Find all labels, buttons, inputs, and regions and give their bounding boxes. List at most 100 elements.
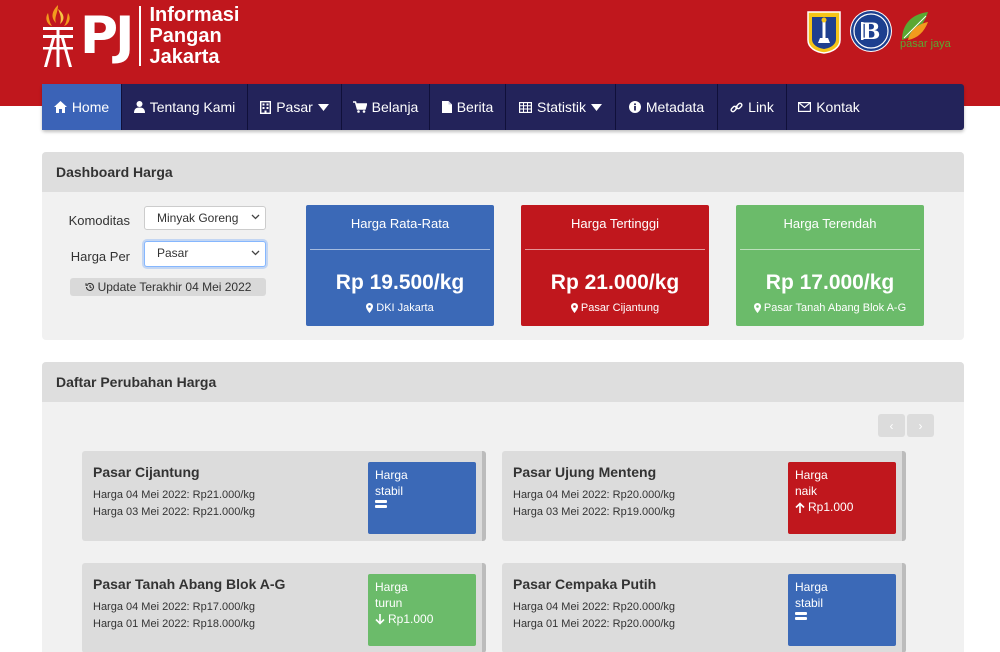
- status-badge: Harga naik Rp1.000: [788, 462, 896, 534]
- status-amount: Rp1.000: [808, 500, 854, 514]
- nav-label: Tentang Kami: [149, 99, 236, 115]
- price-changes-panel: Daftar Perubahan Harga ‹ › Pasar Cijantu…: [42, 362, 964, 652]
- status-label: Harga: [375, 580, 408, 594]
- history-icon: [85, 282, 94, 291]
- market-name: Pasar Ujung Menteng: [513, 464, 657, 480]
- carousel-prev-button[interactable]: ‹: [878, 414, 905, 437]
- equals-icon: [795, 612, 807, 620]
- nav-pasar[interactable]: Pasar: [248, 84, 342, 130]
- arrow-up-icon: [795, 501, 805, 513]
- dashboard-title: Dashboard Harga: [42, 152, 964, 192]
- status-badge: Harga stabil: [788, 574, 896, 646]
- nav-berita[interactable]: Berita: [430, 84, 506, 130]
- price-line-previous: Harga 03 Mei 2022: Rp19.000/kg: [513, 506, 676, 518]
- status-value: Rp1.000: [795, 499, 896, 515]
- caret-down-icon: [317, 103, 329, 111]
- logo-divider: [139, 6, 142, 66]
- status-badge: Harga stabil: [368, 462, 476, 534]
- update-badge: Update Terakhir 04 Mei 2022: [70, 278, 266, 296]
- link-icon: [730, 102, 743, 112]
- price-change-card[interactable]: Pasar Cempaka Putih Harga 04 Mei 2022: R…: [502, 563, 906, 652]
- stat-location: DKI Jakarta: [306, 302, 494, 314]
- price-change-card[interactable]: Pasar Tanah Abang Blok A-G Harga 04 Mei …: [82, 563, 486, 652]
- nav-statistik[interactable]: Statistik: [506, 84, 616, 130]
- status-label: Harga: [795, 468, 828, 482]
- status-label: Harga: [375, 468, 408, 482]
- price-line-current: Harga 04 Mei 2022: Rp21.000/kg: [93, 489, 256, 501]
- status-value: [375, 499, 476, 509]
- logo-line-3: Jakarta: [149, 45, 220, 68]
- status-word: naik: [795, 484, 818, 498]
- stat-divider: [525, 249, 705, 250]
- stat-location: Pasar Tanah Abang Blok A-G: [736, 302, 924, 314]
- status-value: Rp1.000: [375, 611, 476, 627]
- nav-label: Berita: [456, 99, 494, 115]
- nav-kontak[interactable]: Kontak: [787, 84, 871, 130]
- chevron-down-icon: [251, 250, 260, 256]
- logo-line-1: Informasi: [149, 3, 240, 26]
- status-badge: Harga turun Rp1.000: [368, 574, 476, 646]
- table-icon: [518, 101, 532, 113]
- stat-title: Harga Terendah: [783, 216, 877, 231]
- harga-per-selected: Pasar: [157, 246, 189, 260]
- main-navbar: Home Tentang Kami Pasar Belanja Berita S…: [42, 84, 964, 130]
- price-line-previous: Harga 01 Mei 2022: Rp18.000/kg: [93, 618, 256, 630]
- price-line-previous: Harga 03 Mei 2022: Rp21.000/kg: [93, 506, 256, 518]
- logo-initials: PJ: [80, 6, 134, 66]
- update-text: Update Terakhir 04 Mei 2022: [97, 280, 252, 294]
- status-label: Harga: [795, 580, 828, 594]
- nav-tentang-kami[interactable]: Tentang Kami: [122, 84, 248, 130]
- nav-label: Home: [71, 99, 110, 115]
- cart-icon: [352, 101, 367, 113]
- stat-card-lowest: Harga Terendah Rp 17.000/kg Pasar Tanah …: [736, 205, 924, 326]
- stat-title: Harga Tertinggi: [571, 216, 659, 231]
- nav-belanja[interactable]: Belanja: [342, 84, 430, 130]
- equals-icon: [375, 500, 387, 508]
- home-icon: [53, 101, 67, 113]
- flame-logo-icon: [43, 5, 73, 67]
- status-word: turun: [375, 596, 403, 610]
- dashboard-panel: Dashboard Harga Komoditas Minyak Goreng …: [42, 152, 964, 340]
- map-marker-icon: [570, 303, 578, 313]
- status-word: stabil: [795, 596, 824, 610]
- status-amount: Rp1.000: [388, 612, 434, 626]
- price-changes-title: Daftar Perubahan Harga: [42, 362, 964, 402]
- stat-location: Pasar Cijantung: [521, 302, 709, 314]
- logo-line-2: Pangan: [149, 24, 222, 47]
- komoditas-label: Komoditas: [68, 213, 130, 228]
- info-icon: [628, 101, 641, 113]
- price-change-card[interactable]: Pasar Ujung Menteng Harga 04 Mei 2022: R…: [502, 451, 906, 541]
- nav-link[interactable]: Link: [718, 84, 787, 130]
- price-line-current: Harga 04 Mei 2022: Rp20.000/kg: [513, 489, 676, 501]
- komoditas-select[interactable]: Minyak Goreng: [144, 206, 266, 230]
- nav-label: Metadata: [645, 99, 705, 115]
- user-icon: [133, 101, 145, 113]
- nav-metadata[interactable]: Metadata: [616, 84, 718, 130]
- market-name: Pasar Tanah Abang Blok A-G: [93, 576, 286, 592]
- envelope-icon: [798, 102, 812, 112]
- price-change-card[interactable]: Pasar Cijantung Harga 04 Mei 2022: Rp21.…: [82, 451, 486, 541]
- pasar-jaya-logo[interactable]: pasar jaya: [898, 10, 964, 54]
- nav-label: Pasar: [276, 99, 313, 115]
- harga-per-select[interactable]: Pasar: [144, 241, 266, 267]
- komoditas-selected: Minyak Goreng: [157, 211, 239, 225]
- price-line-current: Harga 04 Mei 2022: Rp20.000/kg: [513, 601, 676, 613]
- status-word: stabil: [375, 484, 404, 498]
- bank-indonesia-logo-icon[interactable]: B: [850, 10, 892, 52]
- nav-label: Statistik: [536, 99, 586, 115]
- map-marker-icon: [366, 303, 374, 313]
- price-line-current: Harga 04 Mei 2022: Rp17.000/kg: [93, 601, 256, 613]
- pasar-jaya-text: pasar jaya: [900, 38, 951, 50]
- stat-value: Rp 19.500/kg: [335, 271, 465, 294]
- jakarta-emblem-icon[interactable]: [806, 10, 842, 54]
- status-value: [795, 611, 896, 621]
- svg-text:B: B: [862, 19, 881, 45]
- nav-label: Kontak: [816, 99, 860, 115]
- file-icon: [441, 101, 452, 113]
- stat-divider: [310, 249, 490, 250]
- nav-home[interactable]: Home: [42, 84, 122, 130]
- carousel-next-button[interactable]: ›: [907, 414, 934, 437]
- stat-value: Rp 21.000/kg: [550, 271, 680, 294]
- site-logo[interactable]: PJ Informasi Pangan Jakarta: [40, 2, 240, 70]
- carousel-controls: ‹ ›: [878, 414, 934, 437]
